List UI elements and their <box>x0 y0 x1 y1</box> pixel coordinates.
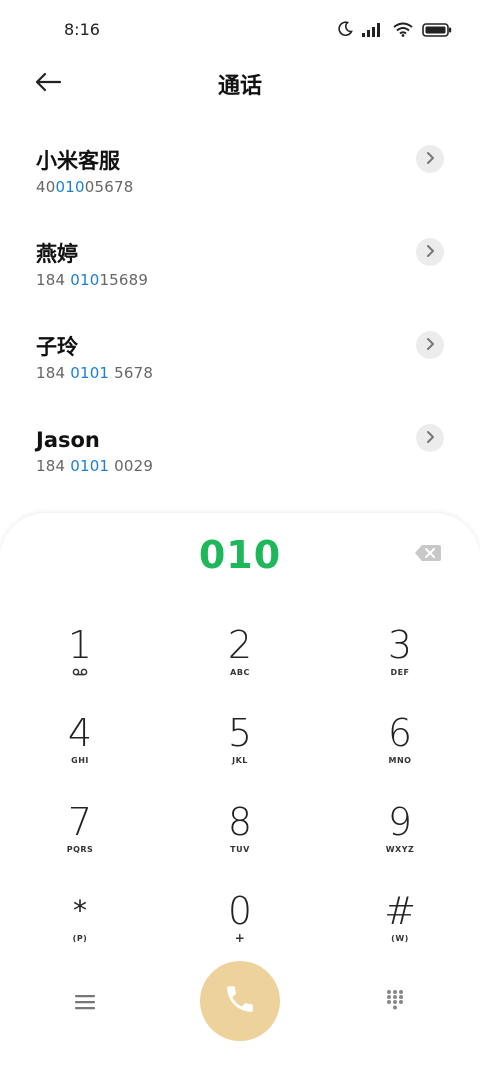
contact-name: 子玲 <box>36 335 78 359</box>
key-8[interactable]: 8 TUV <box>180 800 300 880</box>
number-match: 0101 <box>70 457 110 475</box>
menu-icon <box>75 994 95 1014</box>
key-6[interactable]: 6 MNO <box>340 711 460 791</box>
contact-list: 小米客服 4001005678 燕婷 184 01015689 子玲 184 0… <box>0 135 480 507</box>
contact-item[interactable]: 燕婷 184 01015689 <box>0 228 480 321</box>
number-match: 0101 <box>70 364 110 382</box>
contact-name: 小米客服 <box>36 149 120 173</box>
contact-detail-button[interactable] <box>416 238 444 266</box>
key-digit: 4 <box>67 711 93 755</box>
key-3[interactable]: 3 DEF <box>340 623 460 703</box>
key-digit: 8 <box>227 800 253 844</box>
status-icons <box>337 21 452 41</box>
contact-detail-button[interactable] <box>416 424 444 452</box>
chevron-right-icon <box>425 243 435 262</box>
number-prefix: 184 <box>36 271 71 289</box>
dialpad-toggle-button[interactable] <box>380 987 410 1017</box>
key-letters: + <box>234 931 246 945</box>
number-suffix: 05678 <box>84 178 134 196</box>
dialpad-panel: 010 1 2 ABC 3 DEF 4 GHI 5 JKL 6 MNO 7 PQ… <box>0 513 480 1066</box>
key-letters: TUV <box>230 845 250 854</box>
number-suffix: 15689 <box>99 271 149 289</box>
dialpad-grid-icon <box>385 989 405 1015</box>
key-2[interactable]: 2 ABC <box>180 623 300 703</box>
battery-icon <box>422 22 452 41</box>
contact-number: 184 0101 5678 <box>36 364 480 382</box>
contact-item[interactable]: 小米客服 4001005678 <box>0 135 480 228</box>
status-bar: 8:16 <box>0 0 480 62</box>
contact-detail-button[interactable] <box>416 331 444 359</box>
key-digit: 3 <box>387 623 413 667</box>
contact-number: 184 01015689 <box>36 271 480 289</box>
key-4[interactable]: 4 GHI <box>20 711 140 791</box>
key-digit: 1 <box>67 623 93 667</box>
dialed-number[interactable]: 010 <box>0 533 480 577</box>
header: 通话 <box>0 62 480 106</box>
number-suffix: 0029 <box>109 457 154 475</box>
chevron-right-icon <box>425 150 435 169</box>
number-prefix: 184 <box>36 364 71 382</box>
key-digit: 7 <box>67 800 93 844</box>
number-prefix: 184 <box>36 457 71 475</box>
menu-button[interactable] <box>70 989 100 1019</box>
key-letters: (P) <box>72 934 88 943</box>
wifi-icon <box>393 22 413 41</box>
number-suffix: 5678 <box>109 364 154 382</box>
key-letters: DEF <box>390 668 410 677</box>
key-5[interactable]: 5 JKL <box>180 711 300 791</box>
key-7[interactable]: 7 PQRS <box>20 800 140 880</box>
key-letters: JKL <box>232 756 248 765</box>
key-digit: 6 <box>387 711 413 755</box>
backspace-icon <box>414 545 442 567</box>
key-digit: 2 <box>227 623 253 667</box>
moon-icon <box>337 21 353 41</box>
key-letters: WXYZ <box>385 845 415 854</box>
key-letters: (W) <box>391 934 409 943</box>
phone-icon <box>223 982 257 1020</box>
key-digit: * <box>73 894 87 927</box>
backspace-button[interactable] <box>414 543 442 563</box>
key-letters: PQRS <box>66 845 94 854</box>
number-match: 010 <box>70 271 100 289</box>
key-letters: MNO <box>388 756 412 765</box>
key-0[interactable]: 0 + <box>180 889 300 969</box>
contact-item[interactable]: Jason 184 0101 0029 <box>0 414 480 507</box>
dialpad-bottom-bar <box>0 961 480 1051</box>
key-digit: 0 <box>227 889 253 933</box>
signal-icon <box>362 22 384 41</box>
key-digit: # <box>384 889 416 933</box>
contact-name: 燕婷 <box>36 242 78 266</box>
chevron-right-icon <box>425 429 435 448</box>
voicemail-icon <box>20 668 140 678</box>
call-button[interactable] <box>200 961 280 1041</box>
key-digit: 9 <box>387 800 413 844</box>
chevron-right-icon <box>425 336 435 355</box>
contact-detail-button[interactable] <box>416 145 444 173</box>
status-time: 8:16 <box>64 20 100 39</box>
key-9[interactable]: 9 WXYZ <box>340 800 460 880</box>
page-title: 通话 <box>217 74 262 99</box>
contact-number: 184 0101 0029 <box>36 457 480 475</box>
key-star[interactable]: * (P) <box>20 889 140 969</box>
number-prefix: 40 <box>36 178 56 196</box>
key-letters: GHI <box>71 756 89 765</box>
contact-name: Jason <box>36 428 100 452</box>
number-match: 010 <box>55 178 85 196</box>
key-1[interactable]: 1 <box>20 623 140 703</box>
key-letters: ABC <box>230 668 250 677</box>
contact-item[interactable]: 子玲 184 0101 5678 <box>0 321 480 414</box>
key-digit: 5 <box>227 711 253 755</box>
key-hash[interactable]: # (W) <box>340 889 460 969</box>
contact-number: 4001005678 <box>36 178 480 196</box>
